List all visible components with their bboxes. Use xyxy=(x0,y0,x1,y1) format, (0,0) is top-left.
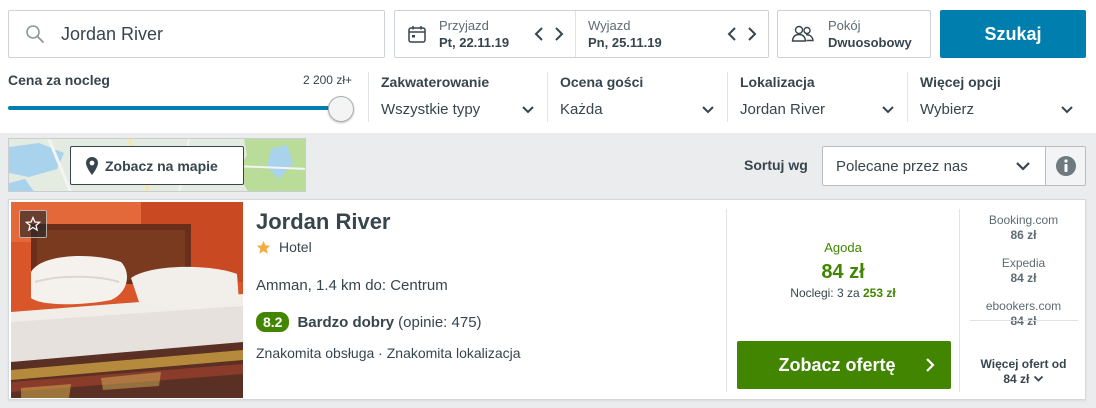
view-offer-button[interactable]: Zobacz ofertę xyxy=(737,341,951,389)
more-offers-price-row: 84 zł xyxy=(960,372,1087,387)
alt-offer[interactable]: Expedia 84 zł xyxy=(960,256,1087,286)
alt-offer-provider: ebookers.com xyxy=(985,299,1062,313)
accommodation-filter[interactable]: Zakwaterowanie Wszystkie typy xyxy=(368,72,547,122)
guest-rating-filter-label: Ocena gości xyxy=(560,74,644,90)
chevron-right-icon[interactable] xyxy=(746,25,758,43)
alt-offer-provider: Booking.com xyxy=(988,213,1059,227)
hotel-rating[interactable]: 8.2 Bardzo dobry (opinie: 475) xyxy=(256,312,482,332)
hotel-info: Jordan River Hotel Amman, 1.4 km do: Cen… xyxy=(256,200,716,400)
location-filter[interactable]: Lokalizacja Jordan River xyxy=(727,72,907,122)
info-button[interactable] xyxy=(1045,146,1086,186)
rating-count: (opinie: 475) xyxy=(398,313,482,331)
sort-label: Sortuj wg xyxy=(744,157,808,173)
more-offers-label: Więcej ofert od xyxy=(980,357,1067,371)
more-options-filter-value: Wybierz xyxy=(920,101,975,118)
more-offers-button[interactable]: Więcej ofert od 84 zł xyxy=(960,357,1087,387)
more-options-filter[interactable]: Więcej opcji Wybierz xyxy=(907,72,1086,122)
checkout-value: Pn, 25.11.19 xyxy=(588,34,662,50)
more-options-filter-label: Więcej opcji xyxy=(920,74,1001,90)
favorite-button[interactable] xyxy=(19,210,47,238)
room-value: Dwuosobowy xyxy=(828,34,912,50)
alt-offer-provider: Expedia xyxy=(1001,256,1046,270)
show-on-map-label: Zobacz na mapie xyxy=(105,157,218,174)
checkout-label: Wyjazd xyxy=(588,17,631,33)
calendar-icon xyxy=(395,24,439,44)
show-on-map-button[interactable]: Zobacz na mapie xyxy=(70,146,244,185)
divider xyxy=(970,320,1078,321)
price-slider-track[interactable] xyxy=(8,106,342,110)
price-max-value: 2 200 zł+ xyxy=(302,73,352,87)
chevron-down-icon xyxy=(1060,102,1074,120)
chevron-right-icon[interactable] xyxy=(553,25,565,43)
hotel-location: Amman, 1.4 km do: Centrum xyxy=(256,277,448,294)
price-slider-handle[interactable] xyxy=(328,96,354,122)
chevron-right-icon xyxy=(925,357,935,378)
people-icon xyxy=(778,24,828,44)
deal-nights-total: 253 zł xyxy=(863,286,896,300)
deal-nights-prefix: Noclegi: 3 za xyxy=(790,286,860,300)
guest-rating-filter-value: Każda xyxy=(560,101,603,118)
alt-offer[interactable]: ebookers.com 84 zł xyxy=(960,299,1087,329)
more-offers-price: 84 zł xyxy=(1003,372,1030,386)
star-icon xyxy=(256,240,271,254)
search-button[interactable]: Szukaj xyxy=(940,10,1086,58)
hotel-name[interactable]: Jordan River xyxy=(256,209,391,235)
rating-text: Bardzo dobry xyxy=(297,313,395,331)
room-label: Pokój xyxy=(828,17,861,33)
hotel-highlights: Znakomita obsługa · Znakomita lokalizacj… xyxy=(256,345,521,361)
alt-offer-price: 84 zł xyxy=(1010,271,1037,285)
chevron-down-icon xyxy=(881,102,895,120)
hotel-result-card: Jordan River Hotel Amman, 1.4 km do: Cen… xyxy=(8,199,1086,400)
price-filter: Cena za nocleg 2 200 zł+ xyxy=(8,72,356,122)
best-deal: Agoda 84 zł Noclegi: 3 za 253 zł Zobacz … xyxy=(727,200,959,400)
rating-badge: 8.2 xyxy=(256,312,290,332)
chevron-down-icon xyxy=(1033,375,1043,382)
chevron-left-icon[interactable] xyxy=(726,25,738,43)
accommodation-filter-label: Zakwaterowanie xyxy=(381,74,490,90)
info-icon xyxy=(1055,156,1076,176)
checkin-date[interactable]: Przyjazd Pt, 22.11.19 xyxy=(395,11,575,57)
guest-rating-filter[interactable]: Ocena gości Każda xyxy=(547,72,727,122)
chevron-left-icon[interactable] xyxy=(533,25,545,43)
search-header: Przyjazd Pt, 22.11.19 Wyjazd Pn, 25.11.1… xyxy=(0,0,1096,133)
location-filter-value: Jordan River xyxy=(740,101,826,118)
date-picker: Przyjazd Pt, 22.11.19 Wyjazd Pn, 25.11.1… xyxy=(394,10,769,58)
view-offer-label: Zobacz ofertę xyxy=(778,354,896,375)
chevron-down-icon xyxy=(521,102,535,120)
chevron-down-icon xyxy=(701,102,715,120)
deal-price: 84 zł xyxy=(821,261,865,283)
sort-value: Polecane przez nas xyxy=(836,157,968,175)
star-outline-icon xyxy=(25,216,41,232)
alt-offer[interactable]: Booking.com 86 zł xyxy=(960,213,1087,243)
deal-nights: Noclegi: 3 za 253 zł xyxy=(727,286,959,300)
deal-provider: Agoda xyxy=(824,240,862,255)
alternative-offers: Booking.com 86 zł Expedia 84 zł ebookers… xyxy=(960,200,1087,400)
location-filter-label: Lokalizacja xyxy=(740,74,815,90)
hotel-photo[interactable] xyxy=(11,202,243,398)
sort-dropdown[interactable]: Polecane przez nas xyxy=(822,146,1046,186)
checkin-label: Przyjazd xyxy=(439,17,489,33)
room-selector[interactable]: Pokój Dwuosobowy xyxy=(777,10,931,58)
destination-search[interactable] xyxy=(8,10,385,58)
hotel-category: Hotel xyxy=(256,239,312,255)
hotel-type: Hotel xyxy=(279,239,312,255)
chevron-down-icon xyxy=(1015,159,1031,176)
map-pin-icon xyxy=(86,156,98,175)
destination-input[interactable] xyxy=(61,23,361,45)
checkin-value: Pt, 22.11.19 xyxy=(439,34,510,50)
alt-offer-price: 84 zł xyxy=(1010,314,1037,328)
search-icon xyxy=(9,24,61,44)
accommodation-filter-value: Wszystkie typy xyxy=(381,101,481,118)
checkout-date[interactable]: Wyjazd Pn, 25.11.19 xyxy=(575,11,768,57)
alt-offer-price: 86 zł xyxy=(1010,228,1037,242)
